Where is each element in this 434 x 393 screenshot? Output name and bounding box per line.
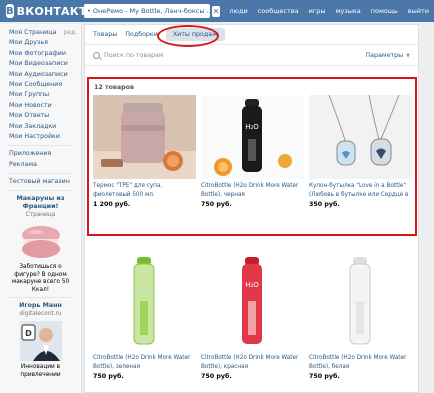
sidebar-item-audio[interactable]: Мои Аудиозаписи	[0, 70, 81, 80]
sidebar-item-answers[interactable]: Мои Ответы	[0, 111, 81, 121]
logo-text: ВКОНТАКТЕ	[16, 4, 95, 18]
product-card[interactable]: CitroBottle (H2o Drink More Water Bottle…	[309, 251, 412, 380]
svg-text:H₂O: H₂O	[245, 123, 259, 131]
nav-help[interactable]: помощь	[371, 7, 398, 15]
product-search-input[interactable]: Поиск по товарам	[104, 52, 365, 59]
product-image-thermos[interactable]	[93, 95, 196, 179]
nav-logout[interactable]: выйти	[408, 7, 429, 15]
product-image-white-bottle[interactable]	[309, 251, 412, 351]
product-price: 750 руб.	[201, 201, 232, 208]
tab-highlight-circle	[157, 25, 219, 47]
chevron-down-icon: ▼	[406, 52, 410, 59]
ad-subtitle: digitalecont.ru	[19, 311, 62, 318]
sidebar-item-settings[interactable]: Мои Настройки	[0, 132, 81, 142]
vk-logo-icon: В	[6, 4, 14, 18]
sidebar-item-ads[interactable]: Реклама	[0, 160, 81, 170]
sidebar: Моя Страница ред. Мои Друзья Мои Фотограф…	[0, 24, 82, 393]
product-name[interactable]: Кулон-бутылка "Love in a Bottle" (Любовь…	[309, 182, 412, 199]
sidebar-item-my-page[interactable]: Моя Страница ред.	[0, 28, 81, 38]
ad-text: Инновации в привлечении	[20, 364, 61, 378]
sidebar-item-bookmarks[interactable]: Мои Закладки	[0, 122, 81, 132]
divider	[8, 173, 73, 175]
sidebar-item-photos[interactable]: Мои Фотографии	[0, 49, 81, 59]
ad-macarons[interactable]: Макаруны из Франции! Страница Заботишься…	[0, 195, 81, 294]
product-image-red-bottle[interactable]: H₂O	[201, 251, 304, 351]
search-icon	[93, 51, 100, 59]
product-count: 12 товаров	[94, 84, 134, 91]
sidebar-item-test-store[interactable]: Тестовый магазин	[0, 177, 81, 187]
product-image-black-bottle[interactable]: H₂O	[201, 95, 304, 179]
ad-person-photo[interactable]: D	[19, 321, 62, 362]
product-price: 750 руб.	[93, 373, 124, 380]
svg-text:H₂O: H₂O	[245, 281, 259, 289]
divider	[8, 297, 73, 299]
ad-title[interactable]: Макаруны из Франции!	[6, 195, 75, 211]
header-search-input[interactable]: • ОнеРемо - My Bottle, Ланч-боксы ...	[84, 4, 210, 18]
nav-music[interactable]: музыка	[335, 7, 360, 15]
market-panel: Товары Подборки Хиты продаж Поиск по тов…	[84, 24, 419, 393]
sidebar-item-label: Моя Страница	[9, 29, 57, 36]
product-name[interactable]: CitroBottle (H2o Drink More Water Bottle…	[201, 354, 304, 371]
product-image-necklace[interactable]	[309, 95, 412, 179]
edit-link[interactable]: ред.	[63, 28, 77, 38]
sidebar-item-news[interactable]: Мои Новости	[0, 101, 81, 111]
product-card[interactable]: H₂O CitroBottle (H2o Drink More Water Bo…	[201, 95, 304, 208]
ad-text: Заботишься о фигуре? В одном макаруне вс…	[11, 264, 70, 293]
product-image-green-bottle[interactable]	[93, 251, 196, 351]
product-price: 1 200 руб.	[93, 201, 131, 208]
sidebar-item-apps[interactable]: Приложения	[0, 149, 81, 159]
product-card[interactable]: Кулон-бутылка "Love in a Bottle" (Любовь…	[309, 95, 412, 208]
params-label: Параметры	[365, 51, 404, 59]
params-dropdown[interactable]: Параметры ▼	[365, 52, 410, 59]
ad-igor-mann[interactable]: Игорь Манн digitalecont.ru D Инновации в…	[0, 302, 81, 379]
tab-collections[interactable]: Подборки	[125, 31, 158, 38]
divider	[8, 145, 73, 147]
product-name[interactable]: Термос "TPE" для супа, фиолетовый 500 мл…	[93, 182, 196, 199]
macaron-image[interactable]	[19, 223, 63, 261]
sidebar-item-friends[interactable]: Мои Друзья	[0, 38, 81, 48]
sidebar-item-groups[interactable]: Мои Группы	[0, 90, 81, 100]
close-icon[interactable]: ✕	[211, 5, 221, 17]
tab-products[interactable]: Товары	[93, 31, 117, 38]
sidebar-item-messages[interactable]: Мои Сообщения	[0, 80, 81, 90]
sidebar-item-videos[interactable]: Мои Видеозаписи	[0, 59, 81, 69]
product-name[interactable]: CitroBottle (H2o Drink More Water Bottle…	[201, 182, 304, 199]
ad-subtitle: Страница	[25, 212, 56, 219]
product-price: 750 руб.	[201, 373, 232, 380]
product-card[interactable]: Термос "TPE" для супа, фиолетовый 500 мл…	[93, 95, 196, 208]
divider	[8, 190, 73, 192]
nav-communities[interactable]: сообщества	[258, 7, 299, 15]
product-search-row: Поиск по товарам Параметры ▼	[85, 45, 418, 66]
product-name[interactable]: CitroBottle (H2o Drink More Water Bottle…	[93, 354, 196, 371]
product-price: 750 руб.	[309, 373, 340, 380]
nav-people[interactable]: люди	[229, 7, 247, 15]
svg-text:D: D	[25, 329, 32, 338]
product-card[interactable]: CitroBottle (H2o Drink More Water Bottle…	[93, 251, 196, 380]
vk-logo[interactable]: В ВКОНТАКТЕ	[6, 4, 94, 18]
product-card[interactable]: H₂O CitroBottle (H2o Drink More Water Bo…	[201, 251, 304, 380]
top-bar: В ВКОНТАКТЕ • ОнеРемо - My Bottle, Ланч-…	[0, 0, 434, 22]
ad-title[interactable]: Игорь Манн	[6, 302, 75, 310]
product-price: 350 руб.	[309, 201, 340, 208]
product-name[interactable]: CitroBottle (H2o Drink More Water Bottle…	[309, 354, 412, 371]
nav-games[interactable]: игры	[309, 7, 326, 15]
tab-bar: Товары Подборки Хиты продаж	[85, 25, 418, 45]
